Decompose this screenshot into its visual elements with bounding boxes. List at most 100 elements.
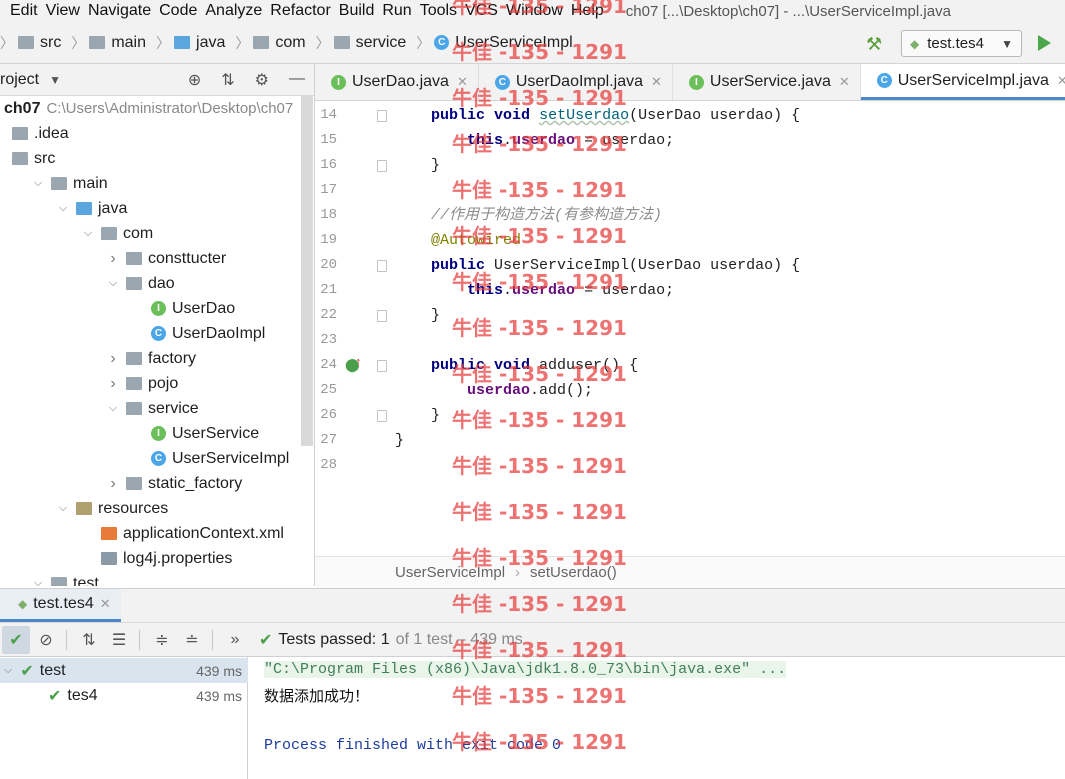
tree-item[interactable]: .idea <box>6 121 69 146</box>
menu-build[interactable]: Build <box>339 2 383 20</box>
chevron-down-icon[interactable]: ⌵ <box>4 664 12 677</box>
run-configuration-select[interactable]: ◆ test.tes4 ▼ <box>901 30 1022 57</box>
collapse-all-icon[interactable]: ≐ <box>178 626 206 654</box>
line-number: 21 <box>320 282 337 298</box>
chevron-down-icon[interactable]: ⌵ <box>106 402 120 415</box>
package-icon <box>253 36 270 49</box>
breadcrumb-src[interactable]: 〉 src <box>0 33 61 53</box>
test-name: test <box>39 661 66 679</box>
menu-edit[interactable]: Edit <box>10 2 46 20</box>
chevron-right-icon[interactable]: › <box>106 350 120 368</box>
editor-breadcrumb: UserServiceImpl › setUserdao() <box>315 556 1065 588</box>
editor-tab[interactable]: I UserService.java ✕ <box>673 64 861 100</box>
menu-refactor[interactable]: Refactor <box>270 2 338 20</box>
tree-item[interactable]: › factory <box>106 346 196 371</box>
tree-item[interactable]: log4j.properties <box>81 546 232 571</box>
fold-icon[interactable] <box>377 310 387 322</box>
project-root[interactable]: ch07 C:\Users\Administrator\Desktop\ch07 <box>4 96 293 121</box>
tree-item[interactable]: C UserServiceImpl <box>131 446 289 471</box>
tree-item[interactable]: ⌵ dao <box>106 271 175 296</box>
fold-icon[interactable] <box>377 110 387 122</box>
test-results-tree: ⌵ ✔ test 439 ms ✔ tes4 439 ms <box>0 657 248 779</box>
close-icon[interactable]: ✕ <box>100 596 111 612</box>
tree-item[interactable]: ⌵ com <box>81 221 153 246</box>
run-tab[interactable]: ◆ test.tes4 ✕ <box>0 589 121 622</box>
tree-item[interactable]: ⌵ service <box>106 396 199 421</box>
run-configuration-label: test.tes4 <box>927 35 984 52</box>
sort-duration-icon[interactable]: ☰ <box>105 626 133 654</box>
menu-navigate[interactable]: Navigate <box>88 2 159 20</box>
folder-icon <box>51 177 67 190</box>
show-ignored-icon[interactable]: ⊘ <box>32 626 60 654</box>
fold-icon[interactable] <box>377 410 387 422</box>
test-tree-item[interactable]: ⌵ ✔ test 439 ms <box>0 658 248 683</box>
chevron-down-icon[interactable]: ▼ <box>49 73 61 87</box>
tree-item[interactable]: › consttucter <box>106 246 226 271</box>
tree-item[interactable]: I UserDao <box>131 296 235 321</box>
line-number: 15 <box>320 132 337 148</box>
close-icon[interactable]: ✕ <box>1057 73 1065 89</box>
expand-all-icon[interactable]: ≑ <box>148 626 176 654</box>
folder-icon <box>126 352 142 365</box>
menu-analyze[interactable]: Analyze <box>205 2 270 20</box>
tree-item[interactable]: › static_factory <box>106 471 242 496</box>
watermark-text: 牛佳 -135 - 1291 <box>452 178 627 202</box>
folder-icon <box>101 227 117 240</box>
project-scrollbar[interactable] <box>301 96 313 446</box>
tree-item[interactable]: ⌵ resources <box>56 496 168 521</box>
fold-icon[interactable] <box>377 160 387 172</box>
tree-item[interactable]: › pojo <box>106 371 178 396</box>
tree-item[interactable]: C UserDaoImpl <box>131 321 265 346</box>
menu-run[interactable]: Run <box>382 2 419 20</box>
chevron-down-icon[interactable]: ⌵ <box>31 177 45 190</box>
sort-alpha-icon[interactable]: ⇅ <box>75 626 103 654</box>
tree-item[interactable]: ⌵ java <box>56 196 128 221</box>
chevron-down-icon[interactable]: ⌵ <box>106 277 120 290</box>
chevron-right-icon[interactable]: › <box>106 475 120 493</box>
class-icon: C <box>151 326 166 341</box>
build-hammer-icon[interactable]: ⚒ <box>866 34 886 54</box>
tree-item-label: dao <box>148 274 175 292</box>
project-view-select[interactable]: roject <box>0 71 39 89</box>
chevron-down-icon[interactable]: ⌵ <box>81 227 95 240</box>
run-console[interactable]: "C:\Program Files (x86)\Java\jdk1.8.0_73… <box>249 657 1065 779</box>
chevron-right-icon[interactable]: › <box>106 375 120 393</box>
run-play-icon[interactable] <box>1038 35 1051 51</box>
editor-tab[interactable]: C UserServiceImpl.java ✕ <box>860 64 1065 100</box>
chevron-down-icon[interactable]: ⌵ <box>56 202 70 215</box>
menu-code[interactable]: Code <box>159 2 205 20</box>
tree-item-label: UserServiceImpl <box>172 449 290 467</box>
line-number: 24 <box>320 357 337 373</box>
locate-icon[interactable]: ⊕ <box>188 70 201 90</box>
minimize-icon[interactable]: — <box>289 70 305 90</box>
resources-folder-icon <box>76 502 92 515</box>
chevron-down-icon[interactable]: ⌵ <box>31 577 45 586</box>
breadcrumb-service[interactable]: 〉 service <box>310 33 407 53</box>
code-line: } <box>395 157 441 174</box>
tree-item[interactable]: I UserService <box>131 421 259 446</box>
menu-view[interactable]: View <box>46 2 88 20</box>
breadcrumb-main[interactable]: 〉 main <box>65 33 146 53</box>
tree-item[interactable]: ⌵ main <box>31 171 108 196</box>
tree-item[interactable]: src <box>6 146 55 171</box>
collapse-icon[interactable]: ⇅ <box>221 70 234 90</box>
test-duration: 439 ms <box>196 662 242 679</box>
chevron-down-icon[interactable]: ⌵ <box>56 502 70 515</box>
tree-item[interactable]: ⌵ test <box>31 571 99 586</box>
close-icon[interactable]: ✕ <box>651 74 662 90</box>
fold-icon[interactable] <box>377 360 387 372</box>
properties-file-icon <box>101 552 117 565</box>
breadcrumb-java[interactable]: 〉 java <box>150 33 225 53</box>
chevron-right-icon[interactable]: › <box>106 250 120 268</box>
breadcrumb-com[interactable]: 〉 com <box>229 33 305 53</box>
folder-icon <box>51 577 67 586</box>
watermark-text: 牛佳 -135 - 1291 <box>452 362 627 386</box>
more-icon[interactable]: » <box>221 626 249 654</box>
tree-item[interactable]: applicationContext.xml <box>81 521 284 546</box>
show-passed-icon[interactable]: ✔ <box>2 625 30 654</box>
test-tree-item[interactable]: ✔ tes4 439 ms <box>0 683 248 708</box>
close-icon[interactable]: ✕ <box>839 74 850 90</box>
gear-icon[interactable]: ⚙ <box>255 70 269 90</box>
fold-icon[interactable] <box>377 260 387 272</box>
folder-icon <box>126 402 142 415</box>
